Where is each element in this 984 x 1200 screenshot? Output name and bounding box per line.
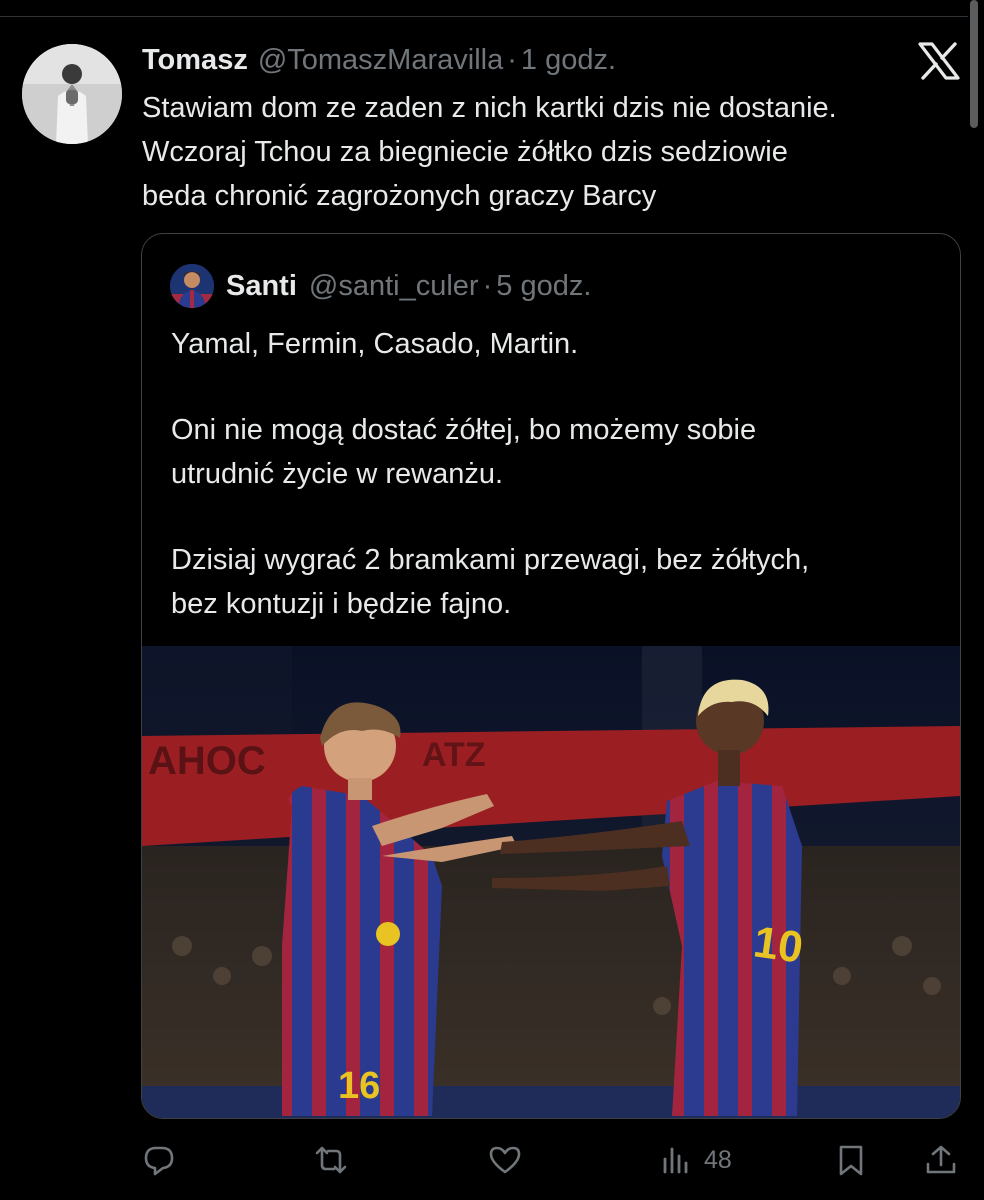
post-time[interactable]: 1 godz. <box>521 40 616 80</box>
share-icon <box>926 1145 956 1174</box>
bookmark-button[interactable] <box>834 1138 868 1182</box>
header-separator: · <box>507 44 517 76</box>
quoted-header-separator: · <box>482 269 493 302</box>
tweet-text-line: beda chronić zagrożonych graczy Barcy <box>142 180 657 212</box>
quoted-tweet[interactable]: Santi @santi_culer · 5 godz. Yamal, Ferm… <box>141 233 961 1119</box>
tweet-header: Tomasz @TomaszMaravilla · 1 godz. <box>142 40 616 80</box>
quoted-media-photo[interactable]: AHOC ATZ 16 10 <box>142 646 960 1118</box>
views-button[interactable]: 48 <box>660 1138 732 1182</box>
like-button[interactable] <box>488 1138 522 1182</box>
quoted-text-line: Yamal, Fermin, Casado, Martin. <box>171 328 579 360</box>
quoted-text-line: bez kontuzji i będzie fajno. <box>171 588 512 620</box>
heart-icon <box>489 1146 521 1174</box>
quoted-tweet-header: Santi @santi_culer · 5 godz. <box>226 266 591 306</box>
bookmark-icon <box>839 1145 863 1176</box>
top-divider <box>0 16 968 17</box>
tweet-actions-bar: 48 <box>0 1138 984 1182</box>
avatar-photo <box>22 44 122 144</box>
views-chart-icon <box>663 1147 688 1174</box>
x-logo-icon <box>918 42 960 80</box>
quoted-tweet-text: Yamal, Fermin, Casado, Martin. Oni nie m… <box>171 322 951 626</box>
svg-text:AHOC: AHOC <box>148 739 266 783</box>
quoted-post-time[interactable]: 5 godz. <box>496 270 591 303</box>
quoted-text-line: Dzisiaj wygrać 2 bramkami przewagi, bez … <box>171 544 810 576</box>
reply-icon <box>144 1146 174 1176</box>
retweet-button[interactable] <box>314 1138 348 1182</box>
quoted-author-avatar[interactable] <box>170 264 214 308</box>
views-count: 48 <box>704 1145 732 1174</box>
retweet-icon <box>315 1146 347 1174</box>
quoted-text-line: Oni nie mogą dostać żółtej, bo możemy so… <box>171 414 757 446</box>
quoted-text-line: utrudnić życie w rewanżu. <box>171 458 504 490</box>
quoted-author-handle[interactable]: @santi_culer <box>309 270 479 303</box>
reply-button[interactable] <box>142 1138 176 1182</box>
author-name[interactable]: Tomasz <box>142 40 248 80</box>
quoted-author-name[interactable]: Santi <box>226 270 297 303</box>
tweet-text: Stawiam dom ze zaden z nich kartki dzis … <box>142 86 972 218</box>
tweet-text-line: Stawiam dom ze zaden z nich kartki dzis … <box>142 92 837 124</box>
svg-text:ATZ: ATZ <box>422 736 486 774</box>
author-handle[interactable]: @TomaszMaravilla <box>258 40 503 80</box>
players-celebrating-image: AHOC ATZ 16 10 <box>142 646 960 1118</box>
right-player-number: 10 <box>751 917 806 972</box>
quoted-avatar-photo <box>170 264 214 308</box>
share-button[interactable] <box>924 1138 958 1182</box>
left-player-number: 16 <box>338 1065 380 1107</box>
author-avatar[interactable] <box>22 44 122 144</box>
tweet-text-line: Wczoraj Tchou za biegniecie żółtko dzis … <box>142 136 788 168</box>
